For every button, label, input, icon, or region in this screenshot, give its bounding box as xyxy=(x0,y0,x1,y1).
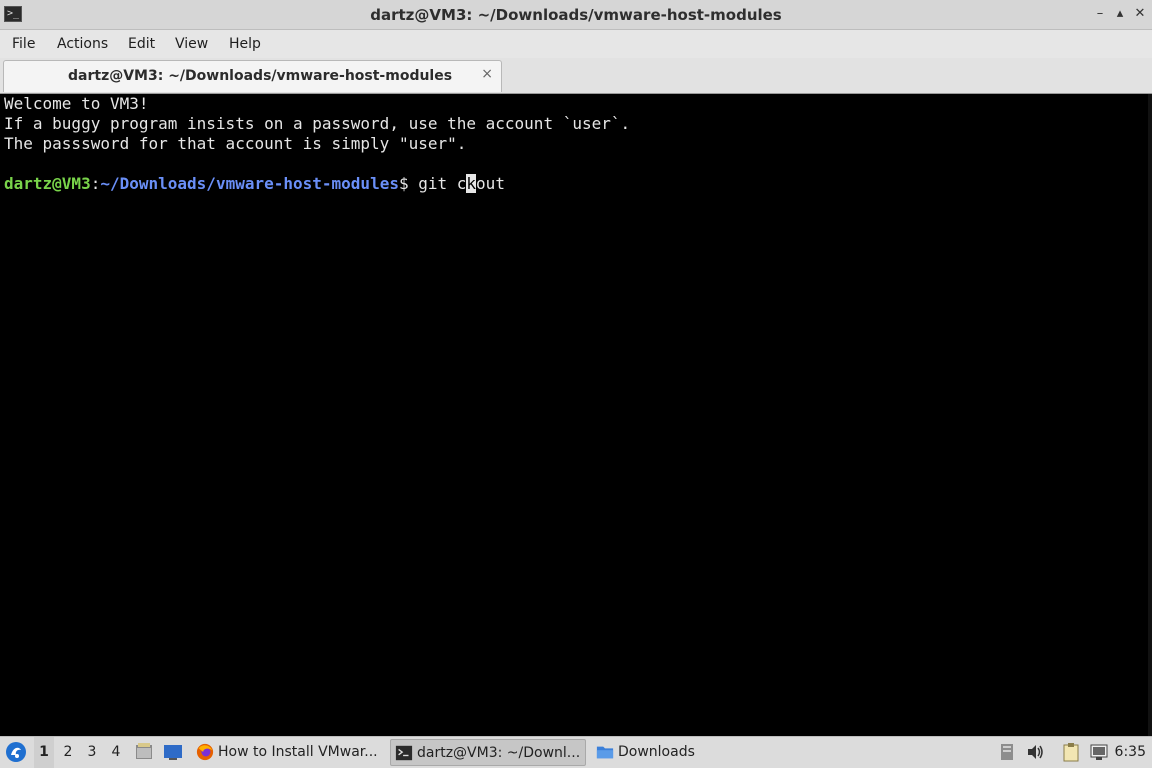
menu-actions[interactable]: Actions xyxy=(57,36,108,52)
workspace-1[interactable]: 1 xyxy=(34,737,54,768)
tab-label: dartz@VM3: ~/Downloads/vmware-host-modul… xyxy=(68,68,453,84)
desktop-icon[interactable] xyxy=(162,737,184,768)
workspace-2[interactable]: 2 xyxy=(58,737,78,768)
task-label: dartz@VM3: ~/Downl... xyxy=(417,745,581,761)
command-text-after: out xyxy=(476,174,505,193)
terminal-output[interactable]: Welcome to VM3! If a buggy program insis… xyxy=(0,94,1152,736)
network-icon[interactable] xyxy=(1090,742,1108,762)
menu-edit[interactable]: Edit xyxy=(128,36,155,52)
lxqt-start-icon[interactable] xyxy=(4,737,28,768)
task-firefox[interactable]: How to Install VMwar... xyxy=(192,739,382,766)
close-icon[interactable]: ✕ xyxy=(1132,5,1148,23)
prompt-dollar: $ xyxy=(398,174,409,193)
tab-strip: dartz@VM3: ~/Downloads/vmware-host-modul… xyxy=(0,58,1152,94)
terminal-scrollbar[interactable] xyxy=(1148,94,1152,736)
terminal-line: The passsword for that account is simply… xyxy=(4,134,467,153)
taskbar: 1 2 3 4 How to Install VMwar... dartz@VM… xyxy=(0,736,1152,768)
folder-icon xyxy=(596,746,614,759)
task-downloads[interactable]: Downloads xyxy=(592,739,712,766)
maximize-icon[interactable]: ▴ xyxy=(1112,5,1128,23)
tab-terminal[interactable]: dartz@VM3: ~/Downloads/vmware-host-modul… xyxy=(3,60,502,92)
prompt-path: ~/Downloads/vmware-host-modules xyxy=(100,174,399,193)
task-label: Downloads xyxy=(618,744,695,760)
command-text: git c xyxy=(408,174,467,193)
text-cursor: k xyxy=(466,174,477,193)
prompt-line: dartz@VM3:~/Downloads/vmware-host-module… xyxy=(4,174,505,194)
firefox-icon xyxy=(196,743,214,761)
minimize-icon[interactable]: – xyxy=(1092,5,1108,23)
menu-view[interactable]: View xyxy=(175,36,208,52)
file-manager-icon[interactable] xyxy=(133,737,155,768)
window-titlebar[interactable]: >_ dartz@VM3: ~/Downloads/vmware-host-mo… xyxy=(0,0,1152,30)
menu-help[interactable]: Help xyxy=(229,36,261,52)
menu-bar: File Actions Edit View Help xyxy=(0,30,1152,58)
task-label: How to Install VMwar... xyxy=(218,744,378,760)
window-title: dartz@VM3: ~/Downloads/vmware-host-modul… xyxy=(370,6,782,24)
terminal-line: If a buggy program insists on a password… xyxy=(4,114,631,133)
removable-drive-icon[interactable] xyxy=(998,742,1016,762)
terminal-line: Welcome to VM3! xyxy=(4,94,149,113)
clock[interactable]: 6:35 xyxy=(1115,737,1146,768)
prompt-user: dartz@VM3 xyxy=(4,174,91,193)
task-terminal[interactable]: dartz@VM3: ~/Downl... xyxy=(390,739,586,766)
prompt-separator: : xyxy=(90,174,101,193)
volume-icon[interactable] xyxy=(1026,742,1044,762)
workspace-4[interactable]: 4 xyxy=(106,737,126,768)
tab-close-icon[interactable]: × xyxy=(481,66,493,82)
menu-file[interactable]: File xyxy=(12,36,35,52)
clipboard-icon[interactable] xyxy=(1062,742,1080,762)
workspace-3[interactable]: 3 xyxy=(82,737,102,768)
terminal-icon xyxy=(395,745,413,761)
